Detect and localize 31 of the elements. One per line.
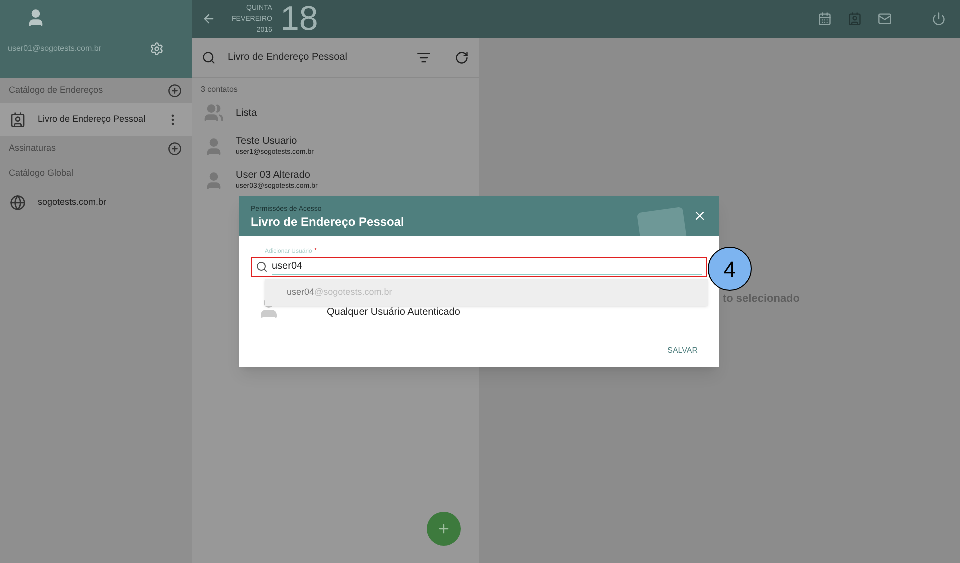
contact-count: 3 contatos — [200, 84, 239, 96]
day-number: 18 — [280, 2, 318, 36]
mail-icon[interactable] — [878, 12, 892, 26]
search-icon — [256, 261, 268, 273]
globe-icon — [10, 194, 26, 210]
user-name: Qualquer Usuário Autenticado — [327, 306, 460, 320]
close-icon[interactable] — [693, 209, 707, 223]
power-icon[interactable] — [932, 12, 946, 26]
add-icon[interactable] — [168, 84, 182, 98]
settings-icon[interactable] — [150, 42, 164, 56]
add-icon[interactable] — [168, 142, 182, 156]
search-icon[interactable] — [202, 50, 216, 64]
sidebar-item[interactable]: Livro de Endereço Pessoal — [0, 103, 192, 136]
contact-name: Teste Usuario — [236, 136, 298, 147]
group-icon — [204, 103, 224, 123]
section-title: Catálogo de Endereços — [9, 84, 104, 97]
account-email: user01@sogotests.com.br — [8, 43, 102, 55]
save-button[interactable]: SALVAR — [664, 345, 702, 357]
add-user-field[interactable]: user04 — [251, 257, 707, 277]
dialog-title: Livro de Endereço Pessoal — [251, 216, 404, 229]
sort-icon[interactable] — [417, 50, 431, 64]
contact-item[interactable]: Lista — [192, 96, 479, 130]
calendar-icon[interactable] — [818, 12, 832, 26]
back-icon[interactable] — [202, 12, 216, 26]
list-title: Livro de Endereço Pessoal — [228, 51, 349, 65]
contact-name: User 03 Alterado — [236, 170, 312, 181]
refresh-icon[interactable] — [455, 50, 469, 64]
contact-name: Lista — [236, 108, 258, 118]
section-title: Catálogo Global — [9, 166, 74, 180]
section-title: Assinaturas — [9, 142, 56, 155]
plus-icon — [437, 522, 451, 536]
